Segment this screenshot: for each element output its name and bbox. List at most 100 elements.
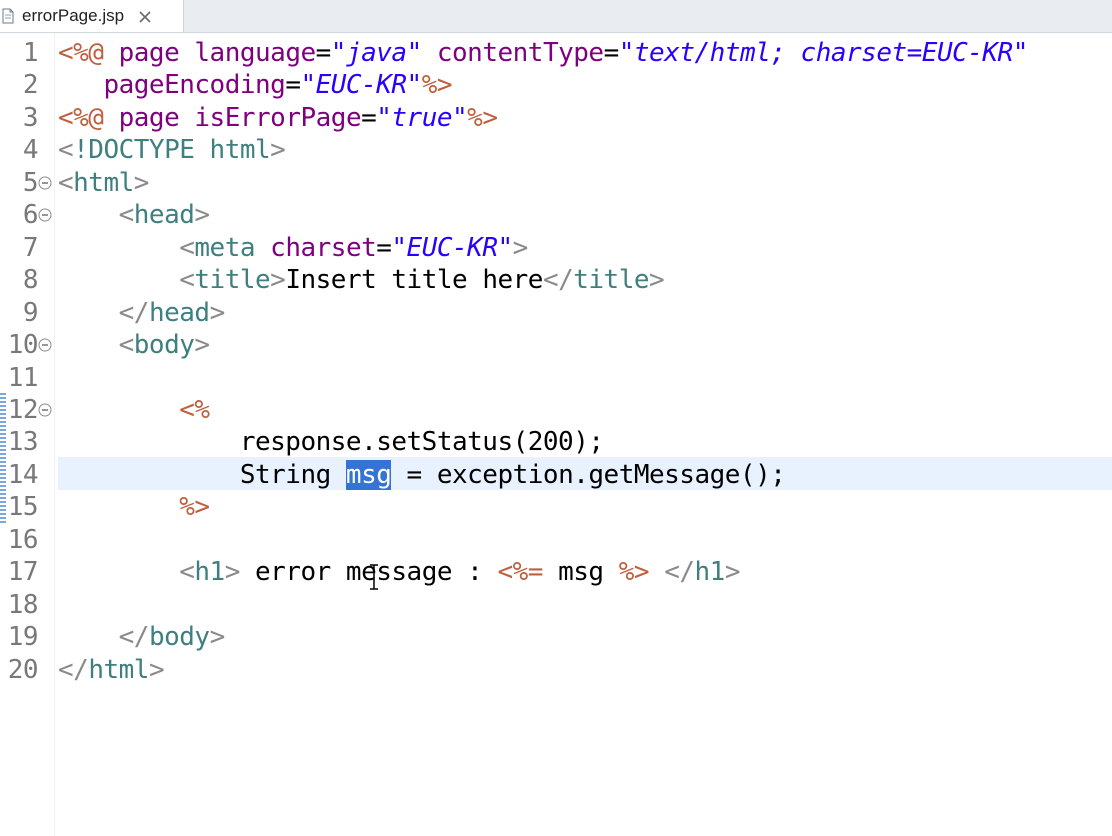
code-line[interactable]: 2 pageEncoding="EUC-KR"%> bbox=[0, 69, 1112, 101]
code-text[interactable]: </body> bbox=[58, 621, 226, 653]
code-line[interactable]: 20 </html> bbox=[0, 654, 1112, 686]
code-line[interactable]: 17 <h1> error message : <%= msg %> </h1> bbox=[0, 556, 1112, 588]
code-line[interactable]: 10 <body> bbox=[0, 329, 1112, 361]
code-token: "EUC-KR" bbox=[300, 70, 422, 100]
line-number: 20 bbox=[7, 655, 39, 685]
jsp-file-icon bbox=[2, 8, 14, 24]
code-line[interactable]: 11 bbox=[0, 362, 1112, 394]
code-token: > bbox=[270, 265, 286, 295]
code-token: "true" bbox=[376, 103, 468, 133]
code-text[interactable]: response.setStatus(200); bbox=[58, 426, 604, 458]
code-text[interactable]: </head> bbox=[58, 297, 226, 329]
code-token: </ bbox=[58, 655, 89, 685]
code-line[interactable]: 3 <%@ page isErrorPage="true"%> bbox=[0, 102, 1112, 134]
code-token: body bbox=[133, 330, 195, 360]
code-token: > bbox=[148, 655, 165, 685]
code-token: < bbox=[58, 168, 74, 198]
line-number: 11 bbox=[7, 363, 39, 393]
code-line[interactable]: 9 </head> bbox=[0, 297, 1112, 329]
line-number: 10 bbox=[7, 330, 39, 360]
code-token: %> bbox=[421, 70, 453, 100]
line-number: 8 bbox=[22, 265, 39, 295]
code-line[interactable]: 14 String msg = exception.getMessage(); bbox=[0, 459, 1112, 491]
code-token: h1 bbox=[694, 557, 726, 587]
code-token: head bbox=[133, 200, 195, 230]
code-line[interactable]: 15 %> bbox=[0, 491, 1112, 523]
code-line[interactable]: 16 bbox=[0, 524, 1112, 556]
code-token: isErrorPage bbox=[194, 103, 362, 133]
editor-tab-bar: errorPage.jsp bbox=[0, 0, 1112, 33]
code-token: msg bbox=[542, 557, 619, 587]
code-token: language bbox=[194, 38, 316, 68]
code-token: String bbox=[58, 460, 346, 490]
code-token: = bbox=[361, 103, 377, 133]
code-token: %> bbox=[467, 103, 498, 133]
code-token: <% bbox=[179, 395, 210, 425]
code-text[interactable]: <meta charset="EUC-KR"> bbox=[58, 232, 528, 264]
line-number: 16 bbox=[7, 525, 39, 555]
code-token: > bbox=[224, 557, 241, 587]
code-token: charset bbox=[270, 233, 377, 263]
code-text[interactable]: <% bbox=[58, 394, 210, 426]
tab-errorpage-jsp[interactable]: errorPage.jsp bbox=[0, 0, 184, 32]
fold-collapse-icon[interactable] bbox=[38, 338, 52, 352]
line-number: 18 bbox=[7, 590, 39, 620]
selected-text: msg bbox=[345, 460, 392, 490]
code-text[interactable]: <%@ page language="java" contentType="te… bbox=[58, 37, 1028, 69]
fold-collapse-icon[interactable] bbox=[38, 403, 52, 417]
code-line[interactable]: 18 bbox=[0, 589, 1112, 621]
code-token: < bbox=[58, 135, 74, 165]
code-token: > bbox=[209, 622, 226, 652]
fold-collapse-icon[interactable] bbox=[38, 176, 52, 190]
close-icon[interactable] bbox=[138, 9, 152, 23]
code-line[interactable]: 6 <head> bbox=[0, 199, 1112, 231]
code-token: > bbox=[270, 135, 286, 165]
code-token: <%= bbox=[497, 557, 543, 587]
line-number: 4 bbox=[22, 135, 39, 165]
code-text[interactable]: %> bbox=[58, 491, 210, 523]
code-line[interactable]: 19 </body> bbox=[0, 621, 1112, 653]
code-token: > bbox=[194, 200, 210, 230]
code-line[interactable]: 1 <%@ page language="java" contentType="t… bbox=[0, 37, 1112, 69]
code-text[interactable]: <html> bbox=[58, 167, 149, 199]
line-number: 2 bbox=[22, 70, 39, 100]
line-number: 9 bbox=[22, 298, 39, 328]
i-beam-cursor-icon bbox=[369, 563, 379, 591]
code-line[interactable]: 13 response.setStatus(200); bbox=[0, 426, 1112, 458]
code-line[interactable]: 7 <meta charset="EUC-KR"> bbox=[0, 232, 1112, 264]
code-text[interactable]: pageEncoding="EUC-KR"%> bbox=[58, 69, 452, 101]
code-text[interactable]: <head> bbox=[58, 199, 210, 231]
code-token: < bbox=[179, 557, 195, 587]
line-number: 15 bbox=[7, 492, 39, 522]
code-token: pageEncoding bbox=[103, 70, 286, 100]
code-token: %> bbox=[618, 557, 650, 587]
code-token: </ bbox=[118, 298, 150, 328]
code-text[interactable]: <title>Insert title here</title> bbox=[58, 264, 664, 296]
code-token: > bbox=[209, 298, 226, 328]
fold-collapse-icon[interactable] bbox=[38, 208, 52, 222]
code-text[interactable]: <h1> error message : <%= msg %> </h1> bbox=[58, 556, 740, 588]
code-text[interactable]: <body> bbox=[58, 329, 210, 361]
code-text[interactable]: <%@ page isErrorPage="true"%> bbox=[58, 102, 498, 134]
line-number: 5 bbox=[22, 168, 39, 198]
code-text[interactable]: </html> bbox=[58, 654, 165, 686]
code-text[interactable]: <!DOCTYPE html> bbox=[58, 134, 286, 166]
code-token: </ bbox=[542, 265, 574, 295]
code-line[interactable]: 8 <title>Insert title here</title> bbox=[0, 264, 1112, 296]
code-line[interactable]: 4 <!DOCTYPE html> bbox=[0, 134, 1112, 166]
code-line[interactable]: 12 <% bbox=[0, 394, 1112, 426]
code-token: contentType bbox=[436, 38, 604, 68]
code-line[interactable]: 5 <html> bbox=[0, 167, 1112, 199]
code-text[interactable]: String msg = exception.getMessage(); bbox=[58, 459, 786, 491]
